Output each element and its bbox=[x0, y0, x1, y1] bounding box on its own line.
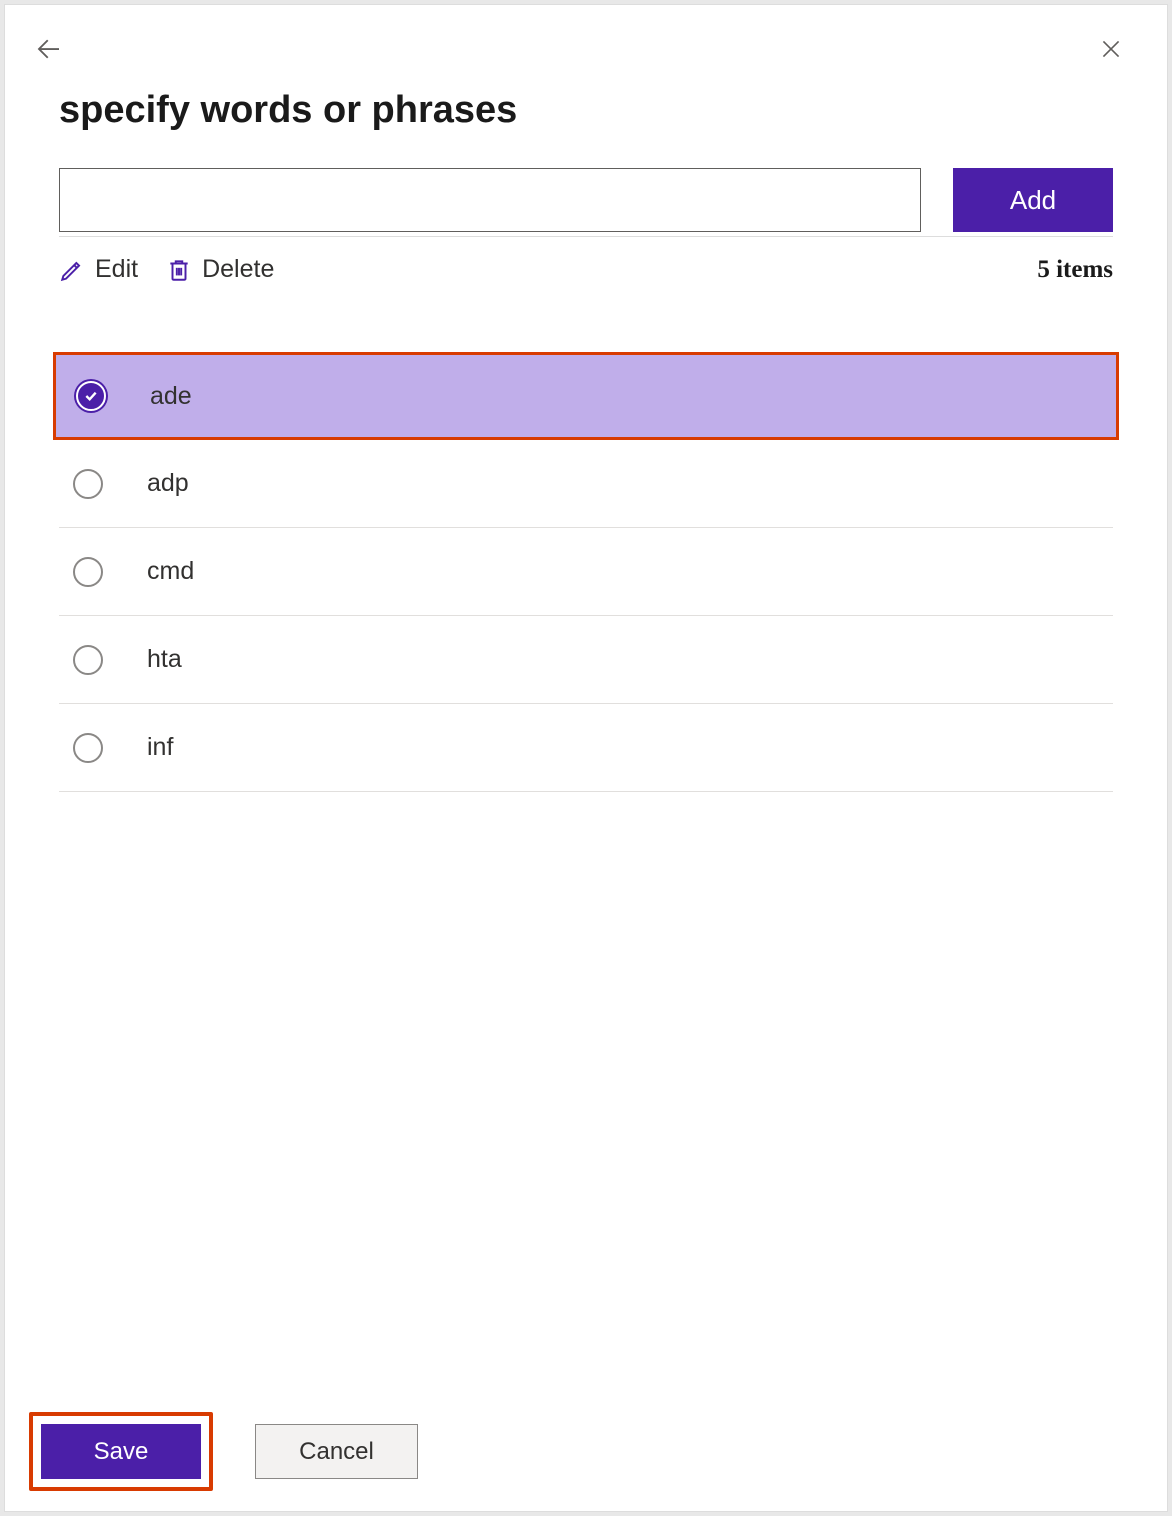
footer: Save Cancel bbox=[29, 1412, 418, 1491]
divider bbox=[59, 236, 1113, 237]
edit-label: Edit bbox=[95, 255, 138, 284]
item-checkbox[interactable] bbox=[73, 645, 103, 675]
item-checkbox[interactable] bbox=[73, 469, 103, 499]
delete-button[interactable]: Delete bbox=[166, 255, 274, 284]
item-label: hta bbox=[147, 645, 182, 674]
word-input[interactable] bbox=[59, 168, 921, 232]
input-row: Add bbox=[59, 168, 1113, 232]
content-area: specify words or phrases Add Edit bbox=[5, 69, 1167, 792]
add-button[interactable]: Add bbox=[953, 168, 1113, 232]
item-label: inf bbox=[147, 733, 173, 762]
item-label: cmd bbox=[147, 557, 194, 586]
item-checkbox[interactable] bbox=[73, 557, 103, 587]
save-button[interactable]: Save bbox=[41, 1424, 201, 1479]
trash-icon bbox=[166, 257, 192, 283]
save-highlight: Save bbox=[29, 1412, 213, 1491]
list-item[interactable]: ade bbox=[53, 352, 1119, 440]
back-button[interactable] bbox=[29, 29, 69, 69]
item-label: adp bbox=[147, 469, 189, 498]
item-label: ade bbox=[150, 382, 192, 411]
list-item[interactable]: hta bbox=[59, 616, 1113, 704]
word-list: ade adp cmd bbox=[59, 352, 1113, 792]
toolbar-left: Edit Delete bbox=[59, 255, 274, 284]
arrow-left-icon bbox=[34, 34, 64, 64]
top-bar bbox=[5, 5, 1167, 69]
check-icon bbox=[83, 388, 99, 404]
toolbar: Edit Delete 5 items bbox=[59, 255, 1113, 302]
page-title: specify words or phrases bbox=[59, 89, 1113, 132]
close-icon bbox=[1098, 36, 1124, 62]
delete-label: Delete bbox=[202, 255, 274, 284]
list-item[interactable]: inf bbox=[59, 704, 1113, 792]
cancel-button[interactable]: Cancel bbox=[255, 1424, 418, 1479]
pencil-icon bbox=[59, 257, 85, 283]
dialog-panel: specify words or phrases Add Edit bbox=[4, 4, 1168, 1512]
list-item[interactable]: cmd bbox=[59, 528, 1113, 616]
list-item[interactable]: adp bbox=[59, 440, 1113, 528]
close-button[interactable] bbox=[1091, 29, 1131, 69]
item-checkbox[interactable] bbox=[73, 733, 103, 763]
items-count: 5 items bbox=[1037, 256, 1113, 284]
item-checkbox[interactable] bbox=[76, 381, 106, 411]
edit-button[interactable]: Edit bbox=[59, 255, 138, 284]
